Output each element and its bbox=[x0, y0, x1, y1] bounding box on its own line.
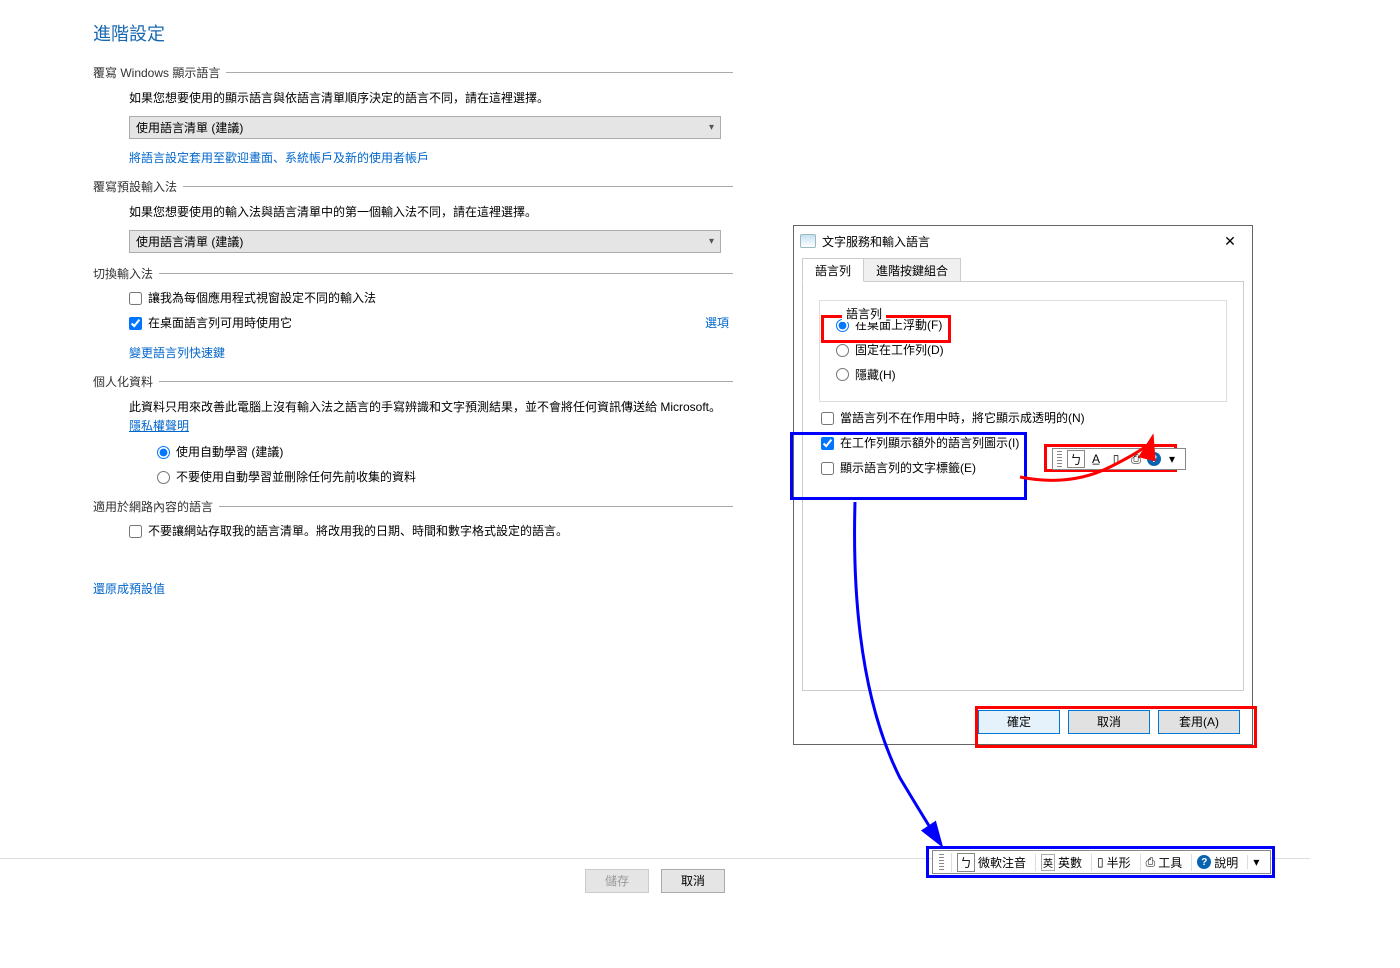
help-icon: ? bbox=[1197, 855, 1211, 869]
section-web-language: 適用於網路內容的語言 不要讓網站存取我的語言清單。將改用我的日期、時間和數字格式… bbox=[93, 498, 733, 540]
tools-segment[interactable]: ⎙ 工具 bbox=[1140, 854, 1188, 871]
tools-icon: ⎙ bbox=[1146, 855, 1156, 870]
tools-icon[interactable]: ⎙ bbox=[1127, 450, 1145, 468]
section-override-display-language: 覆寫 Windows 顯示語言 如果您想要使用的顯示語言與依語言清單順序決定的語… bbox=[93, 64, 733, 166]
per-app-ime-checkbox[interactable] bbox=[129, 292, 142, 305]
eng-icon: 英 bbox=[1041, 854, 1055, 871]
help-label: 說明 bbox=[1214, 854, 1238, 871]
default-ime-dropdown[interactable]: 使用語言清單 (建議) ▾ bbox=[129, 230, 721, 253]
zhuyin-icon[interactable]: ㄅ bbox=[1067, 450, 1085, 468]
help-segment[interactable]: ? 說明 bbox=[1191, 854, 1243, 871]
use-desktop-langbar-checkbox[interactable] bbox=[129, 317, 142, 330]
langbar-options-link[interactable]: 選項 bbox=[705, 315, 729, 332]
dialog-button-row: 確定 取消 套用(A) bbox=[978, 710, 1240, 734]
privacy-link[interactable]: 隱私權聲明 bbox=[129, 417, 189, 436]
radio-label: 固定在工作列(D) bbox=[855, 342, 944, 359]
options-menu-icon[interactable]: ▾ bbox=[1163, 450, 1181, 468]
dialog-titlebar[interactable]: 文字服務和輸入語言 ✕ bbox=[794, 226, 1252, 256]
chevron-down-icon: ▾ bbox=[709, 236, 714, 247]
shape-width-icon: ▯ bbox=[1097, 855, 1104, 869]
divider bbox=[159, 273, 733, 274]
section-description: 如果您想要使用的顯示語言與依語言清單順序決定的語言不同，請在這裡選擇。 bbox=[129, 89, 733, 108]
show-text-labels-checkbox[interactable] bbox=[821, 462, 834, 475]
checkbox-label: 不要讓網站存取我的語言清單。將改用我的日期、時間和數字格式設定的語言。 bbox=[148, 523, 568, 540]
dropdown-value: 使用語言清單 (建議) bbox=[136, 119, 243, 136]
page-title: 進階設定 bbox=[93, 20, 733, 46]
section-header-label: 適用於網路內容的語言 bbox=[93, 498, 213, 515]
eng-label: 英數 bbox=[1058, 854, 1082, 871]
drag-grip-icon[interactable] bbox=[1057, 451, 1062, 467]
section-header-label: 覆寫 Windows 顯示語言 bbox=[93, 64, 220, 81]
ime-name-segment[interactable]: ㄅ 微軟注音 bbox=[951, 853, 1031, 872]
dialog-title: 文字服務和輸入語言 bbox=[822, 233, 930, 250]
divider bbox=[183, 186, 733, 187]
shape-width-icon[interactable]: ▯ bbox=[1107, 450, 1125, 468]
checkbox-label: 顯示語言列的文字標籤(E) bbox=[840, 460, 976, 477]
section-header-label: 覆寫預設輸入法 bbox=[93, 178, 177, 195]
apply-to-welcome-link[interactable]: 將語言設定套用至歡迎畫面、系統帳戶及新的使用者帳戶 bbox=[129, 149, 429, 166]
half-width-segment[interactable]: ▯ 半形 bbox=[1091, 854, 1136, 871]
section-header-label: 個人化資料 bbox=[93, 373, 153, 390]
half-label: 半形 bbox=[1107, 854, 1131, 871]
restore-defaults-link[interactable]: 還原成預設值 bbox=[93, 580, 165, 597]
checkbox-label: 讓我為每個應用程式視窗設定不同的輸入法 bbox=[148, 290, 376, 307]
divider bbox=[219, 506, 733, 507]
cancel-button[interactable]: 取消 bbox=[1068, 710, 1150, 734]
tab-language-bar[interactable]: 語言列 bbox=[802, 258, 864, 282]
chevron-down-icon: ▾ bbox=[709, 122, 714, 133]
help-icon[interactable]: ? bbox=[1147, 452, 1161, 466]
advanced-settings-panel: 進階設定 覆寫 Windows 顯示語言 如果您想要使用的顯示語言與依語言清單順… bbox=[93, 20, 733, 597]
checkbox-label: 在工作列顯示額外的語言列圖示(I) bbox=[840, 435, 1019, 452]
tab-advanced-keys[interactable]: 進階按鍵組合 bbox=[864, 258, 961, 282]
dropdown-value: 使用語言清單 (建議) bbox=[136, 233, 243, 250]
display-language-dropdown[interactable]: 使用語言清單 (建議) ▾ bbox=[129, 116, 721, 139]
ime-toolbar-large[interactable]: ㄅ 微軟注音 英 英數 ▯ 半形 ⎙ 工具 ? 說明 ▾ bbox=[932, 850, 1271, 874]
tab-content: 語言列 在桌面上浮動(F) 固定在工作列(D) 隱藏(H) 當語言列不在作用中時… bbox=[802, 281, 1244, 691]
ime-toolbar-small[interactable]: ㄅ A̲ ▯ ⎙ ? ▾ bbox=[1052, 448, 1186, 470]
ok-button[interactable]: 確定 bbox=[978, 710, 1060, 734]
save-button[interactable]: 儲存 bbox=[585, 869, 649, 893]
radio-label: 使用自動學習 (建議) bbox=[176, 444, 283, 461]
radio-label: 不要使用自動學習並刪除任何先前收集的資料 bbox=[176, 469, 416, 486]
fieldset-label: 語言列 bbox=[842, 305, 886, 322]
ime-name-label: 微軟注音 bbox=[978, 854, 1026, 871]
input-mode-icon[interactable]: A̲ bbox=[1087, 450, 1105, 468]
section-description: 如果您想要使用的輸入法與語言清單中的第一個輸入法不同，請在這裡選擇。 bbox=[129, 203, 733, 222]
transparent-when-inactive-checkbox[interactable] bbox=[821, 412, 834, 425]
divider bbox=[226, 72, 733, 73]
auto-learn-radio[interactable] bbox=[157, 446, 170, 459]
checkbox-label: 在桌面語言列可用時使用它 bbox=[148, 315, 292, 332]
apply-button[interactable]: 套用(A) bbox=[1158, 710, 1240, 734]
tools-label: 工具 bbox=[1158, 854, 1182, 871]
options-menu-icon[interactable]: ▾ bbox=[1247, 855, 1264, 869]
section-personal-data: 個人化資料 此資料只用來改善此電腦上沒有輸入法之語言的手寫辨識和文字預測結果，並… bbox=[93, 373, 733, 486]
section-description: 此資料只用來改善此電腦上沒有輸入法之語言的手寫辨識和文字預測結果，並不會將任何資… bbox=[129, 398, 733, 436]
divider bbox=[159, 381, 733, 382]
no-learn-radio[interactable] bbox=[157, 471, 170, 484]
hidden-radio[interactable] bbox=[836, 368, 849, 381]
drag-grip-icon[interactable] bbox=[939, 854, 944, 870]
section-switch-ime: 切換輸入法 讓我為每個應用程式視窗設定不同的輸入法 在桌面語言列可用時使用它 選… bbox=[93, 265, 733, 361]
show-extra-icons-checkbox[interactable] bbox=[821, 437, 834, 450]
section-override-ime: 覆寫預設輸入法 如果您想要使用的輸入法與語言清單中的第一個輸入法不同，請在這裡選… bbox=[93, 178, 733, 253]
zhuyin-icon: ㄅ bbox=[957, 853, 975, 872]
eng-mode-segment[interactable]: 英 英數 bbox=[1035, 854, 1087, 871]
section-header-label: 切換輸入法 bbox=[93, 265, 153, 282]
block-website-langlist-checkbox[interactable] bbox=[129, 525, 142, 538]
radio-label: 隱藏(H) bbox=[855, 367, 896, 384]
dialog-icon bbox=[800, 234, 816, 248]
dock-taskbar-radio[interactable] bbox=[836, 344, 849, 357]
cancel-button[interactable]: 取消 bbox=[661, 869, 725, 893]
checkbox-label: 當語言列不在作用中時，將它顯示成透明的(N) bbox=[840, 410, 1085, 427]
close-icon[interactable]: ✕ bbox=[1214, 230, 1246, 252]
text-services-dialog: 文字服務和輸入語言 ✕ 語言列 進階按鍵組合 語言列 在桌面上浮動(F) 固定在… bbox=[793, 225, 1253, 745]
change-hotkeys-link[interactable]: 變更語言列快速鍵 bbox=[129, 344, 225, 361]
